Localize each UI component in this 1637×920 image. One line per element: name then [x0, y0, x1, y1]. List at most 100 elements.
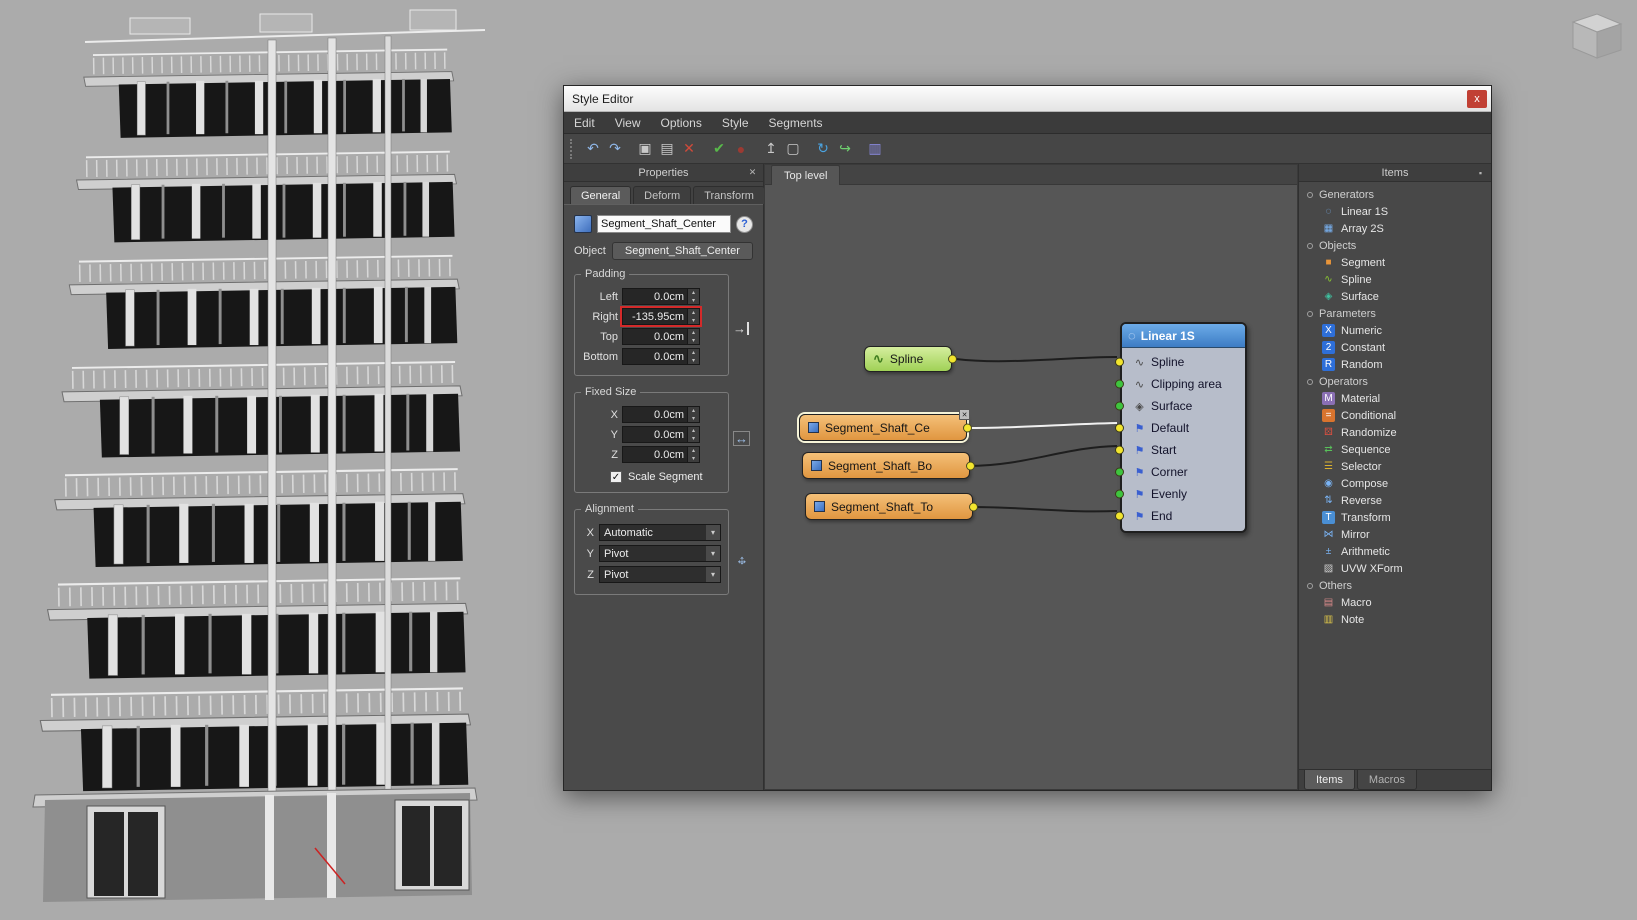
library-icon[interactable]: ▥ [864, 138, 886, 160]
node-spline[interactable]: ∿ Spline [864, 346, 952, 372]
input-socket[interactable] [1115, 424, 1124, 433]
padding-bottom-input[interactable] [622, 348, 688, 365]
menu-edit[interactable]: Edit [564, 112, 605, 133]
viewcube[interactable] [1559, 4, 1629, 64]
record-icon[interactable]: ● [730, 138, 752, 160]
chevron-down-icon[interactable] [706, 525, 720, 540]
spinner-up-icon[interactable] [688, 427, 699, 435]
spinner-up-icon[interactable] [688, 447, 699, 455]
padding-top-spinner[interactable] [688, 328, 700, 345]
menu-view[interactable]: View [605, 112, 651, 133]
items-tree-item-numeric[interactable]: X Numeric [1299, 322, 1491, 339]
spinner-up-icon[interactable] [688, 289, 699, 297]
node-close-icon[interactable] [959, 409, 970, 420]
spinner-down-icon[interactable] [688, 357, 699, 365]
properties-close-icon[interactable] [746, 166, 759, 179]
items-tree-item-reverse[interactable]: ⇅ Reverse [1299, 492, 1491, 509]
spinner-down-icon[interactable] [688, 337, 699, 345]
scale-segment-checkbox[interactable] [610, 471, 622, 483]
menu-segments[interactable]: Segments [759, 112, 833, 133]
input-socket[interactable] [1115, 490, 1124, 499]
spinner-down-icon[interactable] [688, 317, 699, 325]
spinner-up-icon[interactable] [688, 407, 699, 415]
expand-top-icon[interactable]: ↥ [760, 138, 782, 160]
padding-left-spinner[interactable] [688, 288, 700, 305]
items-tree-item-transform[interactable]: T Transform [1299, 509, 1491, 526]
items-tree-item-material[interactable]: M Material [1299, 390, 1491, 407]
collapse-icon[interactable]: ▢ [782, 138, 804, 160]
fixed-y-input[interactable] [622, 426, 688, 443]
items-tree-item-conditional[interactable]: = Conditional [1299, 407, 1491, 424]
node-segment-shaft-top[interactable]: Segment_Shaft_To [805, 493, 973, 520]
items-tree-item-segment[interactable]: ■ Segment [1299, 254, 1491, 271]
chevron-down-icon[interactable] [706, 567, 720, 582]
spinner-up-icon[interactable] [688, 309, 699, 317]
spinner-up-icon[interactable] [688, 349, 699, 357]
tab-macros[interactable]: Macros [1357, 770, 1417, 790]
redo-icon[interactable]: ↷ [604, 138, 626, 160]
spinner-down-icon[interactable] [688, 455, 699, 463]
segment-name-input[interactable] [597, 215, 731, 233]
object-picker-button[interactable]: Segment_Shaft_Center [612, 242, 753, 260]
node-canvas[interactable]: ∿ Spline Segment_Shaft_Ce Segment_Shaft_… [765, 185, 1297, 789]
items-tree-item-compose[interactable]: ◉ Compose [1299, 475, 1491, 492]
spinner-down-icon[interactable] [688, 297, 699, 305]
items-tree-item-surface[interactable]: ◈ Surface [1299, 288, 1491, 305]
undo-icon[interactable]: ↶ [582, 138, 604, 160]
tab-general[interactable]: General [570, 186, 631, 204]
input-socket[interactable] [1115, 512, 1124, 521]
items-tree-item-arithmetic[interactable]: ± Arithmetic [1299, 543, 1491, 560]
padding-left-input[interactable] [622, 288, 688, 305]
items-section-objects[interactable]: Objects [1299, 237, 1491, 254]
output-socket[interactable] [969, 502, 978, 511]
items-tree-item-constant[interactable]: 2 Constant [1299, 339, 1491, 356]
items-section-operators[interactable]: Operators [1299, 373, 1491, 390]
items-panel-menu-icon[interactable] [1474, 166, 1487, 179]
help-icon[interactable]: ? [736, 216, 753, 233]
tab-deform[interactable]: Deform [633, 186, 691, 204]
spinner-up-icon[interactable] [688, 329, 699, 337]
spinner-down-icon[interactable] [688, 435, 699, 443]
items-tree-item-sequence[interactable]: ⇄ Sequence [1299, 441, 1491, 458]
items-tree-item-spline[interactable]: ∿ Spline [1299, 271, 1491, 288]
input-socket[interactable] [1115, 358, 1124, 367]
padding-right-input[interactable] [622, 308, 688, 325]
padding-bottom-spinner[interactable] [688, 348, 700, 365]
tab-items[interactable]: Items [1304, 770, 1355, 790]
delete-icon[interactable]: ✕ [678, 138, 700, 160]
items-tree-item-mirror[interactable]: ⋈ Mirror [1299, 526, 1491, 543]
toolbar-grip-icon[interactable] [570, 139, 577, 159]
input-socket[interactable] [1115, 402, 1124, 411]
padding-right-spinner[interactable] [688, 308, 700, 325]
fixed-y-spinner[interactable] [688, 426, 700, 443]
spinner-down-icon[interactable] [688, 415, 699, 423]
fixed-x-input[interactable] [622, 406, 688, 423]
menu-style[interactable]: Style [712, 112, 759, 133]
output-socket[interactable] [948, 355, 957, 364]
paste-icon[interactable]: ▤ [656, 138, 678, 160]
items-tree-item-note[interactable]: ▥ Note [1299, 611, 1491, 628]
copy-icon[interactable]: ▣ [634, 138, 656, 160]
items-tree-item-selector[interactable]: ☰ Selector [1299, 458, 1491, 475]
chevron-down-icon[interactable] [706, 546, 720, 561]
validate-icon[interactable]: ✔ [708, 138, 730, 160]
menu-options[interactable]: Options [650, 112, 711, 133]
tab-top-level[interactable]: Top level [771, 165, 840, 185]
padding-top-input[interactable] [622, 328, 688, 345]
input-socket[interactable] [1115, 446, 1124, 455]
output-socket[interactable] [966, 461, 975, 470]
fixed-z-input[interactable] [622, 446, 688, 463]
items-section-parameters[interactable]: Parameters [1299, 305, 1491, 322]
input-socket[interactable] [1115, 380, 1124, 389]
generator-header[interactable]: ◌ Linear 1S [1122, 324, 1245, 348]
items-tree-item-linear-1s[interactable]: ◌ Linear 1S [1299, 203, 1491, 220]
items-section-others[interactable]: Others [1299, 577, 1491, 594]
fixed-z-spinner[interactable] [688, 446, 700, 463]
output-socket[interactable] [963, 423, 972, 432]
items-tree-item-macro[interactable]: ▤ Macro [1299, 594, 1491, 611]
align-y-dropdown[interactable]: Pivot [599, 545, 721, 562]
tab-transform[interactable]: Transform [693, 186, 765, 204]
fixed-x-spinner[interactable] [688, 406, 700, 423]
export-icon[interactable]: ↪ [834, 138, 856, 160]
items-tree-item-uvw-xform[interactable]: ▨ UVW XForm [1299, 560, 1491, 577]
